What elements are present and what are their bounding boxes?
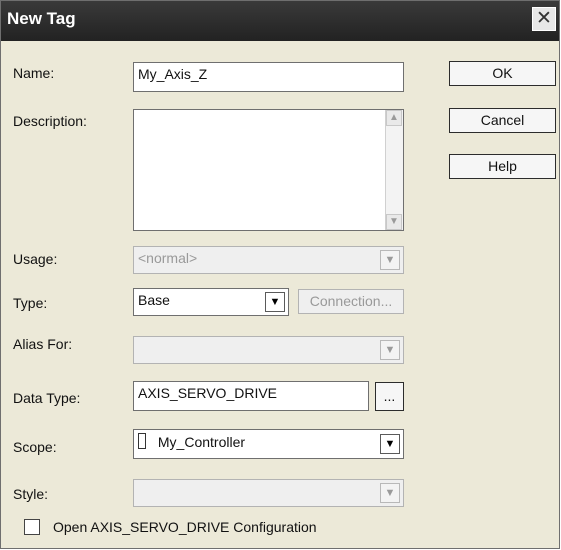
- type-value: Base: [138, 292, 170, 308]
- data-type-input[interactable]: AXIS_SERVO_DRIVE: [133, 381, 369, 411]
- close-button[interactable]: ✕: [532, 7, 556, 31]
- scope-select[interactable]: My_Controller ▼: [133, 429, 404, 459]
- new-tag-dialog: New Tag ✕ Name: My_Axis_Z OK Cancel Help…: [0, 0, 560, 549]
- name-label: Name:: [13, 65, 55, 81]
- controller-icon: [138, 433, 146, 449]
- style-label: Style:: [13, 486, 49, 502]
- cancel-button[interactable]: Cancel: [449, 108, 556, 133]
- scope-dropdown-icon[interactable]: ▼: [380, 434, 400, 454]
- window-title: New Tag: [7, 9, 76, 28]
- alias-for-label: Alias For:: [13, 336, 73, 352]
- usage-dropdown-icon[interactable]: ▼: [380, 250, 400, 270]
- alias-for-select[interactable]: ▼: [133, 336, 404, 364]
- scroll-down-icon[interactable]: ▼: [386, 214, 402, 230]
- style-select[interactable]: ▼: [133, 479, 404, 507]
- type-label: Type:: [13, 295, 48, 311]
- help-button[interactable]: Help: [449, 154, 556, 179]
- ok-button[interactable]: OK: [449, 61, 556, 86]
- title-bar[interactable]: New Tag ✕: [1, 1, 559, 41]
- style-dropdown-icon[interactable]: ▼: [380, 483, 400, 503]
- usage-select[interactable]: <normal> ▼: [133, 246, 404, 274]
- connection-button[interactable]: Connection...: [298, 289, 404, 314]
- data-type-browse-button[interactable]: ...: [375, 382, 404, 411]
- type-select[interactable]: Base ▼: [133, 288, 289, 316]
- type-dropdown-icon[interactable]: ▼: [265, 292, 285, 312]
- usage-label: Usage:: [13, 251, 58, 267]
- description-label: Description:: [13, 113, 87, 129]
- scroll-up-icon[interactable]: ▲: [386, 110, 402, 126]
- description-textarea[interactable]: ▲ ▼: [133, 109, 404, 231]
- usage-value: <normal>: [138, 250, 198, 266]
- scope-label: Scope:: [13, 439, 57, 455]
- name-input[interactable]: My_Axis_Z: [133, 62, 404, 92]
- data-type-label: Data Type:: [13, 390, 81, 406]
- open-config-label: Open AXIS_SERVO_DRIVE Configuration: [53, 519, 317, 535]
- alias-dropdown-icon[interactable]: ▼: [380, 340, 400, 360]
- open-config-checkbox[interactable]: [24, 519, 40, 535]
- scope-value: My_Controller: [157, 434, 246, 450]
- description-scrollbar[interactable]: ▲ ▼: [385, 110, 403, 230]
